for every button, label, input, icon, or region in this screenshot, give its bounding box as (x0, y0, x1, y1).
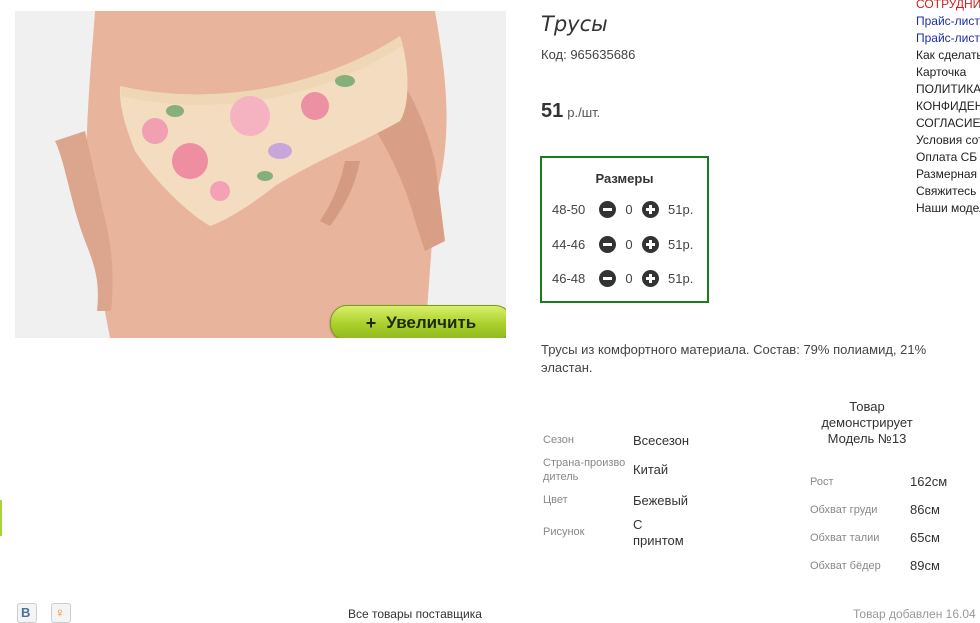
price-value: 51 (541, 100, 564, 122)
size-price: 51р. (668, 270, 694, 286)
minus-icon[interactable] (599, 200, 616, 218)
model-param-key: Рост (810, 476, 834, 488)
model-param-row: Рост 162см (810, 474, 960, 490)
product-code: Код: 965635686 (541, 47, 636, 62)
sidebar-item-how-to-order[interactable]: Как сделать заказ (916, 47, 980, 64)
zoom-button[interactable]: + Увеличить (330, 305, 506, 338)
minus-icon[interactable] (599, 235, 616, 253)
sidebar-item-consent[interactable]: СОГЛАСИЕ (916, 115, 980, 132)
attribute-key: Рисунок (543, 526, 585, 538)
sidebar-item-terms[interactable]: Условия сотрудничества (916, 132, 980, 149)
added-date: Товар добавлен 16.04 (853, 607, 976, 621)
model-param-value: 86см (910, 502, 940, 517)
sidebar-item-contact[interactable]: Свяжитесь с нами (916, 183, 980, 200)
size-label: 44-46 (552, 236, 586, 252)
product-price: 51 р./шт. (541, 100, 600, 123)
model-param-key: Обхват талии (810, 532, 880, 544)
model-param-value: 65см (910, 530, 940, 545)
sidebar-item-policy[interactable]: ПОЛИТИКА (916, 81, 980, 98)
plus-icon[interactable] (642, 269, 659, 287)
sizes-panel: Размеры 48-50 0 51р. 44-46 0 51р. 46-48 … (540, 156, 709, 303)
attribute-key: Страна-производитель (543, 457, 626, 483)
attribute-key: Сезон (543, 434, 574, 446)
model-param-row: Обхват груди 86см (810, 502, 960, 518)
attribute-value: Всесезон (633, 433, 690, 448)
product-photo[interactable]: + Увеличить (15, 11, 506, 338)
vk-icon: В (21, 605, 31, 620)
model-param-value: 89см (910, 558, 940, 573)
odnoklassniki-icon: ♀ (55, 605, 65, 620)
product-title: Трусы (541, 12, 608, 36)
sidebar-item-payment[interactable]: Оплата СБ (916, 149, 980, 166)
zoom-button-label: Увеличить (386, 313, 477, 332)
attribute-value: С принтом (633, 517, 684, 548)
ok-share-button[interactable]: ♀ (51, 603, 71, 623)
model-param-value: 162см (910, 474, 948, 489)
sidebar-item-price-list[interactable]: Прайс-лист (916, 13, 980, 30)
supplier-products-link[interactable]: Все товары поставщика (348, 607, 482, 621)
attribute-value: Китай (633, 462, 669, 477)
sidebar-item-privacy[interactable]: КОНФИДЕНЦИАЛЬНОСТИ (916, 98, 980, 115)
sidebar-item-price-list[interactable]: Прайс-лист (916, 30, 980, 47)
model-heading: Товар демонстрирует Модель №13 (821, 399, 913, 446)
product-description: Трусы из комфортного материала. Состав: … (541, 342, 927, 375)
model-param-key: Обхват груди (810, 504, 878, 516)
plus-icon[interactable] (642, 200, 659, 218)
size-row: 48-50 0 51р. (552, 199, 693, 219)
minus-icon[interactable] (599, 269, 616, 287)
sidebar-item-card[interactable]: Карточка (916, 64, 980, 81)
size-price: 51р. (668, 236, 694, 252)
sidebar-menu: СОТРУДНИЧЕСТВО Прайс-лист Прайс-лист Как… (916, 0, 980, 217)
sizes-title: Размеры (595, 171, 654, 186)
size-row: 46-48 0 51р. (552, 268, 693, 288)
sidebar-item-models[interactable]: Наши модели (916, 200, 980, 217)
size-quantity: 0 (625, 201, 633, 217)
model-param-row: Обхват бёдер 89см (810, 558, 960, 574)
plus-icon[interactable] (642, 235, 659, 253)
size-quantity: 0 (625, 270, 633, 286)
price-unit: р./шт. (567, 105, 601, 120)
plus-icon: + (365, 312, 377, 333)
size-quantity: 0 (625, 236, 633, 252)
model-param-row: Обхват талии 65см (810, 530, 960, 546)
size-price: 51р. (668, 201, 694, 217)
sidebar-item-cooperation[interactable]: СОТРУДНИЧЕСТВО (916, 0, 980, 13)
size-label: 48-50 (552, 201, 586, 217)
sidebar-item-size-chart[interactable]: Размерная сетка (916, 166, 980, 183)
attribute-key: Цвет (543, 494, 568, 506)
size-label: 46-48 (552, 270, 586, 286)
vk-share-button[interactable]: В (17, 603, 37, 623)
product-image (15, 11, 506, 338)
size-row: 44-46 0 51р. (552, 234, 693, 254)
page-edge-accent (0, 500, 2, 536)
model-param-key: Обхват бёдер (810, 560, 881, 572)
attribute-value: Бежевый (633, 493, 689, 508)
